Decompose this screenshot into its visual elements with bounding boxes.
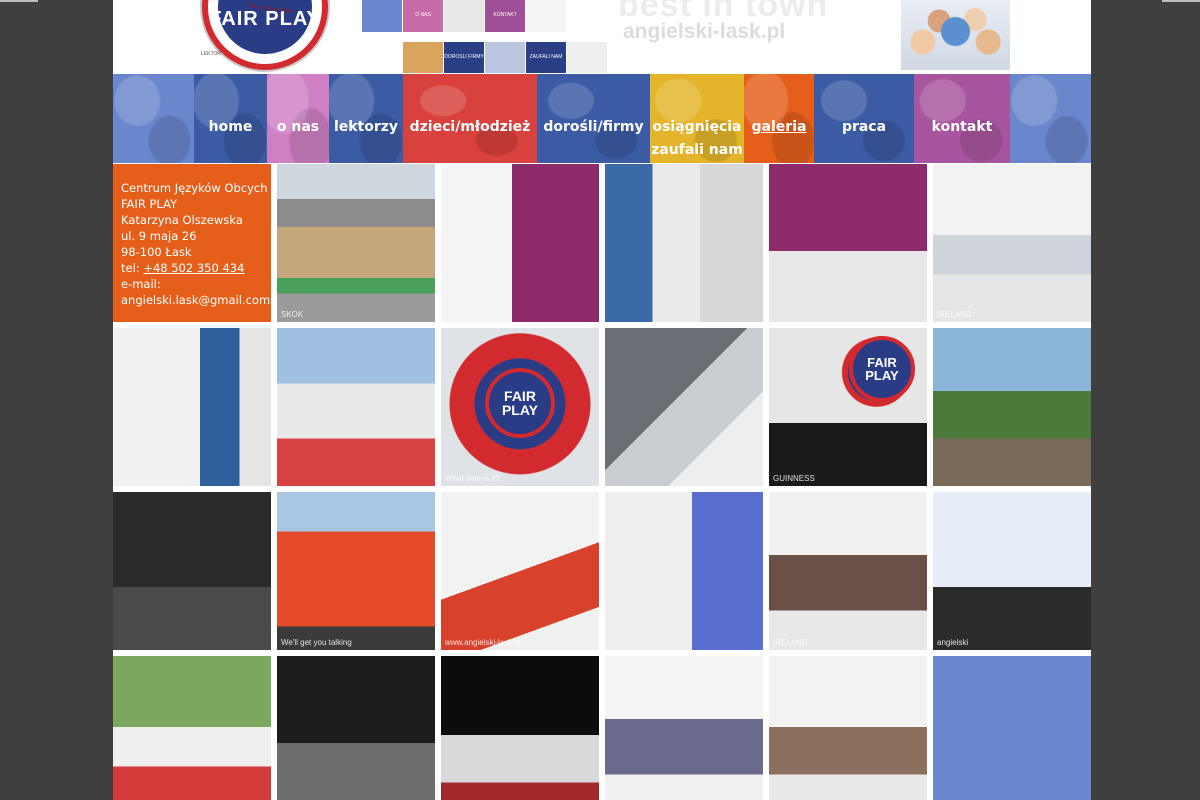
nav-label: kontakt	[931, 119, 993, 135]
right-edge-tab	[1162, 0, 1200, 2]
mosaic-tile	[526, 0, 566, 32]
contact-phone-row: tel: +48 502 350 434	[121, 260, 271, 276]
phone-link[interactable]: +48 502 350 434	[143, 261, 244, 275]
nav-label-secondary[interactable]: zaufali nam	[651, 142, 743, 158]
nav-item-doro-li-firmy[interactable]: dorośli/firmy	[537, 74, 650, 163]
thumb-caption: IRELAND	[937, 310, 972, 319]
left-edge-tab	[0, 0, 38, 2]
nav-label: osiągnięcia	[652, 119, 742, 135]
nav-spacer	[1010, 74, 1091, 163]
thumb-caption: SKOK	[281, 310, 304, 319]
mosaic-tile	[444, 0, 484, 32]
students-with-maps-photo[interactable]: IRELAND	[933, 164, 1091, 322]
red-bus-photo[interactable]: We'll get you talking	[277, 492, 435, 650]
stilt-walker-outdoor-photo[interactable]	[113, 656, 271, 800]
nav-item-kontakt[interactable]: kontakt	[914, 74, 1010, 163]
nav-item-osi-gni-cia[interactable]: osiągnięcia zaufali nam	[650, 74, 744, 163]
nav-label: dorośli/firmy	[543, 119, 644, 135]
empty-classroom-photo[interactable]	[605, 492, 763, 650]
pins-guinness-photo[interactable]: GUINNESS FAIR PLAY	[769, 328, 927, 486]
phone-label: tel:	[121, 261, 144, 275]
thumb-caption: www.angielski-lask.pl	[445, 638, 521, 647]
site-header: FAIR PLAY Rok założenia 2004 LEKTOR O NA…	[113, 0, 1091, 74]
site-url: angielski-lask.pl	[623, 20, 786, 43]
policeman-whistle-photo[interactable]	[277, 656, 435, 800]
classroom-students-purple-photo[interactable]	[769, 164, 927, 322]
tshirt-performer-photo[interactable]	[277, 328, 435, 486]
nav-label: home	[208, 119, 253, 135]
police-costume-photo[interactable]	[113, 492, 271, 650]
contact-company: Centrum Języków Obcych	[121, 181, 268, 195]
contact-city: 98-100 Łask	[121, 245, 192, 259]
stage-performer-photo[interactable]	[441, 656, 599, 800]
mosaic-tile	[362, 0, 402, 32]
gallery-grid: Centrum Języków Obcych FAIR PLAY Katarzy…	[113, 164, 1091, 800]
nav-label: o nas	[276, 119, 320, 135]
contact-person: Katarzyna Olszewska	[121, 213, 243, 227]
nav-item-home[interactable]: home	[194, 74, 267, 163]
fair-play-logo[interactable]: FAIR PLAY Rok założenia 2004 LEKTOR	[194, 0, 339, 74]
classroom-lesson-photo[interactable]	[605, 656, 763, 800]
fair-play-pin: FAIR PLAY	[849, 336, 915, 402]
mosaic-tile	[485, 42, 525, 73]
nav-label: galeria	[751, 119, 807, 135]
classroom-blue-wall-photo[interactable]	[605, 164, 763, 322]
contact-email[interactable]: angielski.lask@gmail.com	[121, 292, 271, 308]
poster-police-girl-photo[interactable]: angielski	[933, 492, 1091, 650]
nav-label: dzieci/młodzież	[409, 119, 531, 135]
pencils-photo[interactable]: www.angielski-lask.pl	[441, 492, 599, 650]
nav-item-praca[interactable]: praca	[814, 74, 914, 163]
classroom-students-photo[interactable]	[769, 656, 927, 800]
nav-spacer	[113, 74, 194, 163]
mosaic-tile[interactable]: KONTAKT	[485, 0, 525, 32]
thumb-caption: angielski	[937, 638, 969, 647]
thumb-caption: We'll get you talking	[281, 638, 352, 647]
main-nav: home o nas lektorzy dzieci/młodzież dorośli/…	[113, 74, 1091, 163]
laptop-mug-photo[interactable]	[605, 328, 763, 486]
mosaic-tile[interactable]: O NAS	[403, 0, 443, 32]
nav-item-o-nas[interactable]: o nas	[267, 74, 329, 163]
nav-item-galeria[interactable]: galeria	[744, 74, 814, 163]
classroom-dartboard-photo[interactable]	[441, 164, 599, 322]
contact-street: ul. 9 maja 26	[121, 229, 197, 243]
office-desk-photo[interactable]	[113, 328, 271, 486]
nav-label: lektorzy	[333, 119, 399, 135]
clock-badge-text: FAIR PLAY	[501, 388, 539, 418]
thumb-caption: GUINNESS	[773, 474, 815, 483]
mosaic-tile[interactable]: DOROSLI FIRMY	[444, 42, 484, 73]
header-mosaic: O NAS KONTAKT DOROSLI FIRMY ZAUFALI NAM	[362, 0, 612, 74]
clock-badge: FAIR PLAY	[485, 368, 555, 438]
mosaic-tile	[403, 42, 443, 73]
contact-brand: FAIR PLAY	[121, 197, 178, 211]
contact-box: Centrum Języków Obcych FAIR PLAY Katarzy…	[113, 164, 271, 322]
nav-item-lektorzy[interactable]: lektorzy	[329, 74, 403, 163]
blue-filler-tile	[933, 656, 1091, 800]
nav-item-dzieci-m-odzie-[interactable]: dzieci/młodzież	[403, 74, 537, 163]
logo-left-text: LEKTOR	[201, 51, 221, 57]
contact-email-label: e-mail:	[121, 277, 161, 291]
mosaic-tile	[567, 42, 607, 73]
stilt-walker-photo[interactable]	[933, 328, 1091, 486]
students-ireland-map-photo[interactable]: IRELAND	[769, 492, 927, 650]
logo-badge: FAIR PLAY Rok założenia 2004	[202, 0, 328, 70]
school-building-photo[interactable]: SKOK	[277, 164, 435, 322]
thumb-caption: IRELAND	[773, 638, 808, 647]
nav-label: praca	[841, 119, 887, 135]
kids-photo	[901, 0, 1010, 70]
pin-badge-text: FAIR PLAY	[865, 355, 899, 383]
thumb-caption: What time is it?	[445, 474, 500, 483]
fair-play-clock-photo[interactable]: What time is it? FAIR PLAY	[441, 328, 599, 486]
page-container: FAIR PLAY Rok założenia 2004 LEKTOR O NA…	[113, 0, 1091, 800]
mosaic-tile[interactable]: ZAUFALI NAM	[526, 42, 566, 73]
